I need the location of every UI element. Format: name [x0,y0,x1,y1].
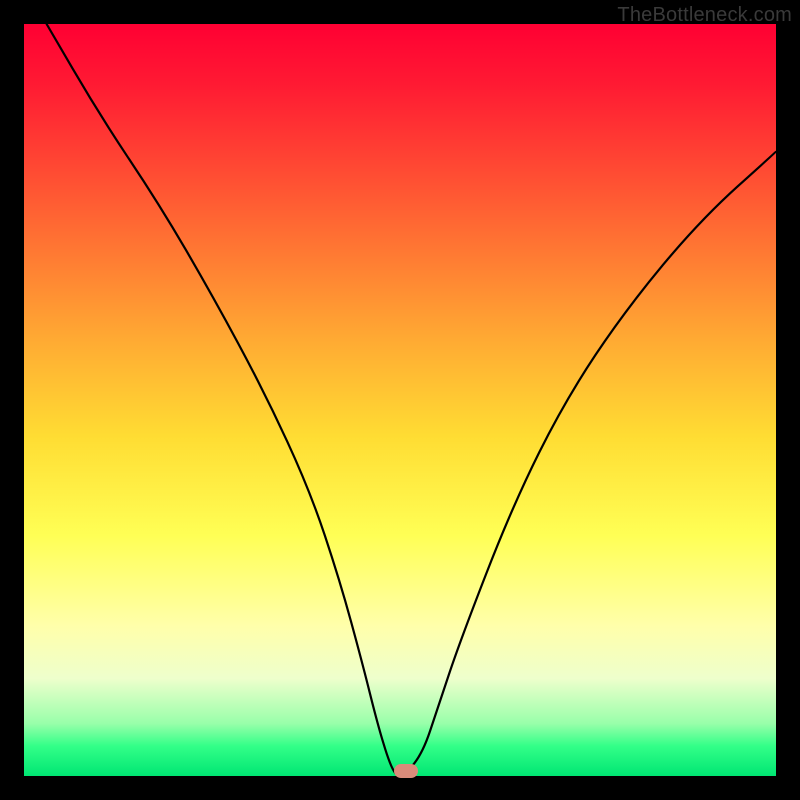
optimal-marker [394,764,418,778]
chart-plot-area [24,24,776,776]
watermark-text: TheBottleneck.com [617,4,792,27]
bottleneck-curve [24,24,776,776]
